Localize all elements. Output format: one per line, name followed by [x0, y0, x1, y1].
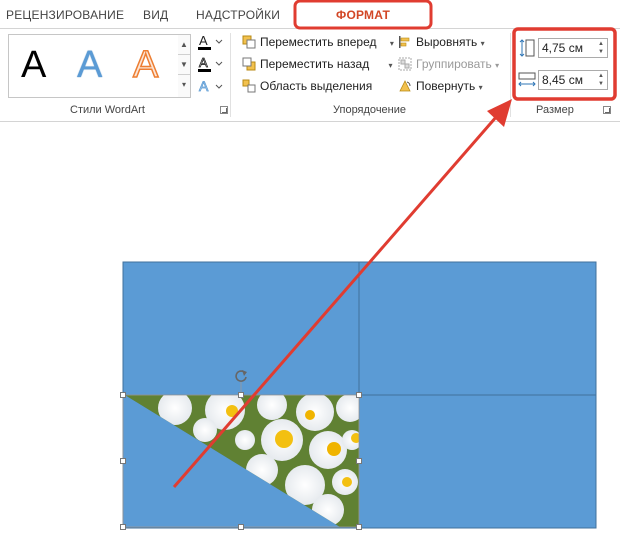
resize-handle-bottom-right[interactable]	[356, 524, 362, 530]
resize-handle-bottom[interactable]	[238, 524, 244, 530]
resize-handle-bottom-left[interactable]	[120, 524, 126, 530]
resize-handle-top-right[interactable]	[356, 392, 362, 398]
resize-handle-right[interactable]	[356, 458, 362, 464]
rotate-icon[interactable]	[233, 368, 249, 384]
resize-handle-top[interactable]	[238, 392, 244, 398]
resize-handle-top-left[interactable]	[120, 392, 126, 398]
canvas-drawing	[122, 261, 597, 529]
resize-handle-left[interactable]	[120, 458, 126, 464]
